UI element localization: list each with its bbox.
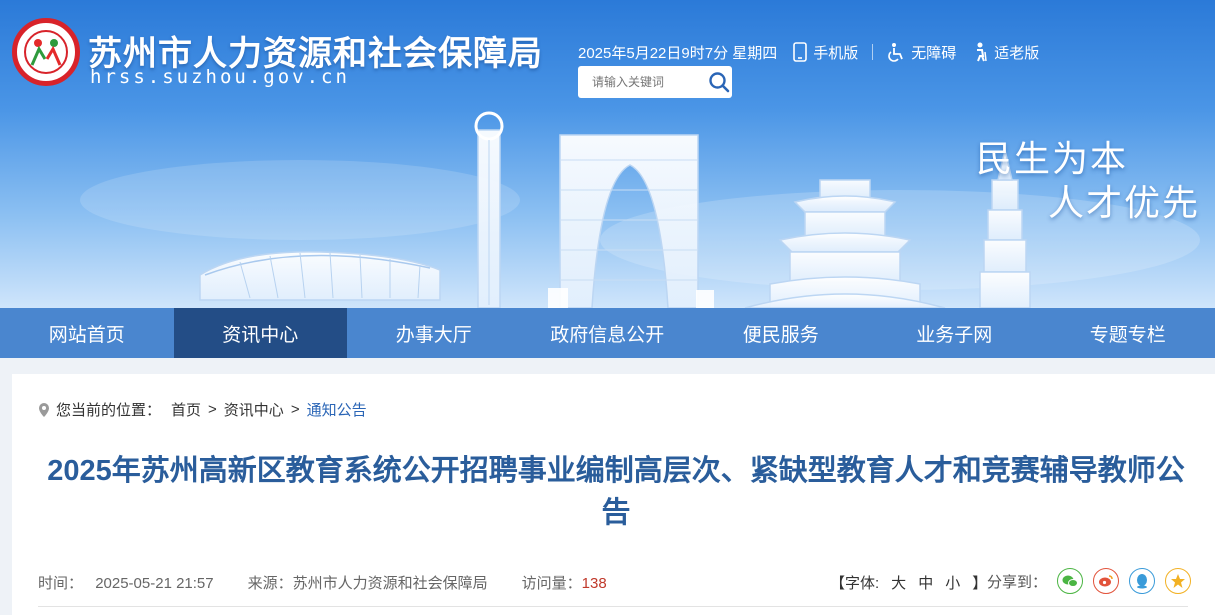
article-title: 2025年苏州高新区教育系统公开招聘事业编制高层次、紧缺型教育人才和竞赛辅导教师… (47, 455, 1185, 529)
wechat-icon[interactable] (1057, 568, 1084, 594)
font-size-switcher: 【字体: 大 中 小 】 (830, 572, 987, 593)
breadcrumb-home[interactable]: 首页 (171, 399, 201, 420)
slogan-line2: 人才优先 (1048, 182, 1201, 223)
share-label: 分享到： (987, 573, 1048, 591)
search-input[interactable] (592, 75, 702, 89)
current-datetime: 2025年5月22日9时7分 星期四 (578, 44, 778, 62)
main-nav: 网站首页 资讯中心 办事大厅 政府信息公开 便民服务 业务子网 专题专栏 (0, 308, 1215, 358)
nav-item-news[interactable]: 资讯中心 (173, 308, 347, 358)
font-small-button[interactable]: 小 (945, 572, 960, 593)
breadcrumb-current[interactable]: 通知公告 (307, 399, 367, 420)
mobile-version-link[interactable]: 手机版 (793, 42, 858, 63)
header-banner: 苏州市人力资源和社会保障局 hrss.suzhou.gov.cn 2025年5月… (0, 0, 1215, 308)
publish-time: 时间： 2025-05-21 21:57 (38, 572, 214, 593)
views-value: 138 (581, 575, 607, 592)
article-panel: 您当前的位置： 首页 > 资讯中心 > 通知公告 2025年苏州高新区教育系统公… (12, 374, 1215, 615)
search-button[interactable] (706, 69, 732, 95)
site-logo[interactable] (12, 18, 80, 86)
site-domain: hrss.suzhou.gov.cn (90, 66, 350, 88)
search-box (578, 66, 732, 98)
share-bar: 分享到： (987, 568, 1192, 594)
top-info-bar: 2025年5月22日9时7分 星期四 手机版 无障碍 适老版 (578, 40, 1039, 64)
divider (872, 44, 874, 60)
breadcrumb: 您当前的位置： 首页 > 资讯中心 > 通知公告 (38, 399, 367, 420)
phone-icon (793, 42, 808, 62)
qq-icon[interactable] (1129, 568, 1156, 594)
nav-item-gov-info[interactable]: 政府信息公开 (521, 308, 695, 358)
nav-item-home[interactable]: 网站首页 (0, 308, 174, 358)
breadcrumb-separator: > (290, 401, 300, 418)
weibo-icon[interactable] (1093, 568, 1120, 594)
font-label: 【字体: (830, 575, 880, 592)
time-value: 2025-05-21 21:57 (95, 575, 214, 592)
source-value: 苏州市人力资源和社会保障局 (292, 575, 488, 592)
font-close-bracket: 】 (972, 575, 988, 592)
mobile-version-label: 手机版 (813, 44, 859, 62)
accessibility-label: 无障碍 (911, 44, 957, 62)
nav-item-services[interactable]: 办事大厅 (347, 308, 521, 358)
view-count: 访问量：138 (522, 572, 607, 593)
views-label: 访问量： (521, 575, 582, 592)
breadcrumb-separator: > (208, 401, 217, 418)
accessibility-link[interactable]: 无障碍 (887, 42, 956, 63)
nav-item-topics[interactable]: 专题专栏 (1041, 308, 1215, 358)
breadcrumb-prefix: 您当前的位置： (56, 402, 162, 419)
article-meta: 时间： 2025-05-21 21:57 来源：苏州市人力资源和社会保障局 访问… (38, 572, 641, 593)
wheelchair-icon (888, 43, 904, 62)
elderly-icon (977, 42, 988, 62)
font-medium-button[interactable]: 中 (918, 572, 933, 593)
font-large-button[interactable]: 大 (891, 572, 906, 593)
nav-item-subsites[interactable]: 业务子网 (868, 308, 1042, 358)
nav-item-convenience[interactable]: 便民服务 (694, 308, 868, 358)
time-label: 时间： (38, 575, 84, 592)
qzone-icon[interactable] (1165, 568, 1192, 594)
logo-emblem-icon (24, 30, 68, 74)
elderly-version-label: 适老版 (994, 44, 1040, 62)
search-icon (709, 72, 730, 93)
elderly-version-link[interactable]: 适老版 (972, 42, 1039, 63)
article-source: 来源：苏州市人力资源和社会保障局 (248, 572, 488, 593)
source-label: 来源： (247, 575, 293, 592)
meta-divider (38, 606, 1188, 607)
location-pin-icon (39, 402, 49, 417)
breadcrumb-news[interactable]: 资讯中心 (224, 399, 284, 420)
